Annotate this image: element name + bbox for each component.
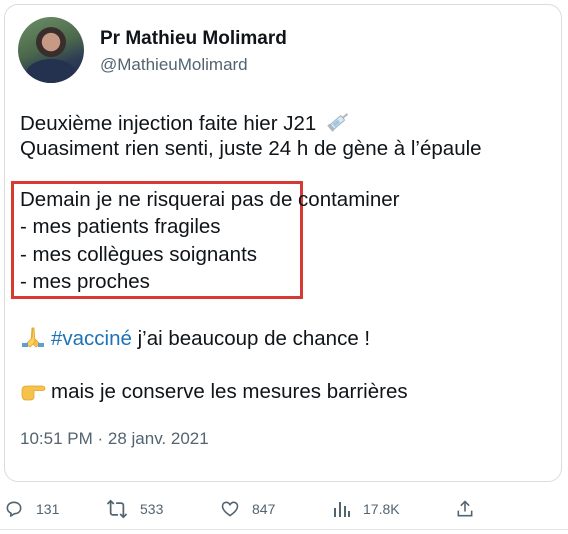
tweet-timestamp[interactable]: 10:51 PM · 28 janv. 2021 bbox=[20, 429, 209, 449]
avatar-shoulders bbox=[26, 59, 76, 83]
author-avatar[interactable] bbox=[18, 17, 84, 83]
retweet-button[interactable]: 533 bbox=[106, 498, 163, 520]
divider bbox=[0, 529, 568, 530]
reply-icon bbox=[6, 501, 22, 517]
hashtag-link[interactable]: #vacciné bbox=[51, 327, 132, 350]
syringe-icon bbox=[327, 113, 349, 132]
highlight-line-4: - mes proches bbox=[20, 270, 150, 293]
tweet-line-last: mais je conserve les mesures barrières bbox=[20, 380, 408, 404]
like-icon bbox=[221, 501, 239, 517]
tweet-line-hashtag: #vacciné j’ai beaucoup de chance ! bbox=[20, 326, 370, 351]
tweet-line-last-text: mais je conserve les mesures barrières bbox=[51, 380, 408, 403]
tweet-line-2: Quasiment rien senti, juste 24 h de gène… bbox=[20, 137, 482, 160]
highlight-line-1: Demain je ne risquerai pas de contaminer bbox=[20, 188, 400, 211]
tweet-line-1: Deuxième injection faite hier J21 bbox=[20, 110, 352, 136]
action-bar: 131 533 847 17.8K bbox=[0, 492, 568, 528]
pointing-hand-icon bbox=[21, 385, 46, 401]
reply-count: 131 bbox=[36, 501, 60, 517]
share-button[interactable] bbox=[455, 498, 475, 520]
tweet-line-1-text: Deuxième injection faite hier J21 bbox=[20, 112, 317, 135]
author-handle[interactable]: @MathieuMolimard bbox=[100, 55, 248, 75]
retweet-count: 533 bbox=[140, 501, 164, 517]
praying-hands-icon bbox=[22, 327, 44, 348]
views-button[interactable]: 17.8K bbox=[333, 498, 400, 520]
views-icon bbox=[334, 502, 350, 517]
like-count: 847 bbox=[252, 501, 276, 517]
share-icon bbox=[457, 500, 473, 517]
retweet-icon bbox=[106, 499, 128, 519]
highlight-line-3: - mes collègues soignants bbox=[20, 243, 258, 266]
highlight-line-2: - mes patients fragiles bbox=[20, 215, 221, 238]
hashtag-line-text: j’ai beaucoup de chance ! bbox=[131, 327, 371, 350]
views-count: 17.8K bbox=[363, 501, 400, 517]
like-button[interactable]: 847 bbox=[220, 498, 275, 520]
author-name[interactable]: Pr Mathieu Molimard bbox=[100, 28, 287, 50]
reply-button[interactable]: 131 bbox=[4, 498, 59, 520]
